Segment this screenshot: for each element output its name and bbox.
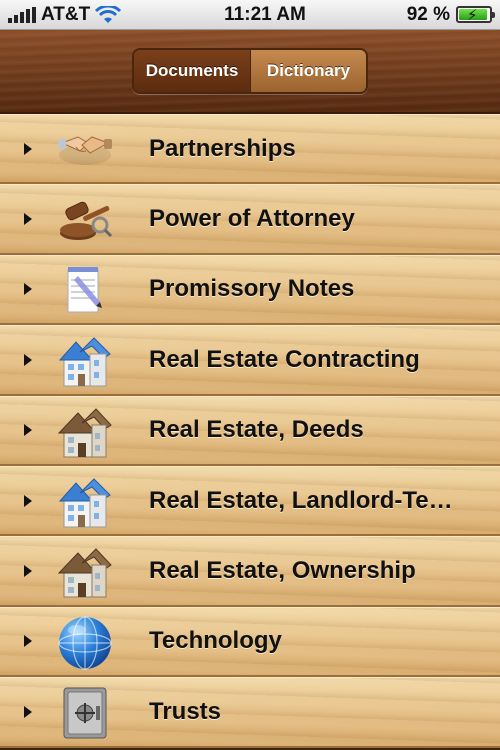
- gavel-icon: [56, 191, 114, 249]
- brown-house-icon: [56, 543, 114, 601]
- list-item[interactable]: Real Estate, Ownership: [0, 536, 500, 607]
- header-bar: Documents Dictionary: [0, 30, 500, 114]
- disclosure-triangle-icon[interactable]: [24, 635, 32, 648]
- document-category-list: Partnerships Power of Attorney Promissory …: [0, 114, 500, 750]
- list-item-label: Partnerships: [149, 134, 296, 162]
- list-item[interactable]: Real Estate Contracting: [0, 325, 500, 396]
- globe-icon: [56, 614, 114, 672]
- segment-documents[interactable]: Documents: [134, 50, 250, 92]
- disclosure-triangle-icon[interactable]: [24, 705, 32, 718]
- list-item-label: Power of Attorney: [149, 205, 355, 233]
- list-item[interactable]: Trusts: [0, 677, 500, 748]
- signal-strength-icon: [8, 6, 36, 23]
- status-bar: AT&T 11:21 AM 92 % ⚡: [0, 0, 500, 30]
- list-item[interactable]: Partnerships: [0, 114, 500, 185]
- battery-icon: ⚡: [456, 6, 495, 24]
- handshake-icon: [56, 121, 114, 179]
- list-item[interactable]: Real Estate, Landlord-Te…: [0, 465, 500, 537]
- segment-dictionary[interactable]: Dictionary: [250, 50, 366, 92]
- list-item-label: Promissory Notes: [149, 275, 355, 303]
- list-item-label: Real Estate, Ownership: [149, 557, 416, 585]
- battery-percent: 92 %: [406, 3, 450, 25]
- disclosure-triangle-icon[interactable]: [24, 494, 32, 507]
- status-right: 92 % ⚡: [392, 3, 495, 26]
- charging-bolt-icon: ⚡: [467, 7, 478, 24]
- list-item[interactable]: Real Estate, Deeds: [0, 395, 500, 466]
- blue-house-icon: [56, 473, 114, 531]
- notepad-icon: [56, 262, 114, 320]
- list-item-label: Technology: [149, 627, 282, 655]
- list-item[interactable]: Power of Attorney: [0, 184, 500, 255]
- list-item-label: Trusts: [149, 697, 222, 725]
- list-item[interactable]: Technology: [0, 606, 500, 678]
- disclosure-triangle-icon[interactable]: [24, 213, 32, 226]
- carrier-name: AT&T: [41, 3, 91, 25]
- brown-house-icon: [56, 403, 114, 461]
- disclosure-triangle-icon[interactable]: [24, 353, 32, 366]
- list-item[interactable]: Promissory Notes: [0, 254, 500, 326]
- status-time: 11:21 AM: [224, 3, 306, 25]
- disclosure-triangle-icon[interactable]: [24, 283, 32, 296]
- wifi-icon: [95, 5, 122, 23]
- list-item-label: Real Estate Contracting: [149, 345, 420, 373]
- status-left: AT&T: [8, 4, 178, 26]
- disclosure-triangle-icon[interactable]: [24, 424, 32, 437]
- safe-icon: [56, 684, 114, 742]
- list-item-label: Real Estate, Landlord-Te…: [149, 486, 453, 514]
- blue-house-icon: [56, 332, 114, 390]
- disclosure-triangle-icon[interactable]: [24, 565, 32, 578]
- disclosure-triangle-icon[interactable]: [24, 142, 32, 155]
- list-item-label: Real Estate, Deeds: [149, 416, 364, 444]
- segmented-control: Documents Dictionary: [132, 48, 368, 94]
